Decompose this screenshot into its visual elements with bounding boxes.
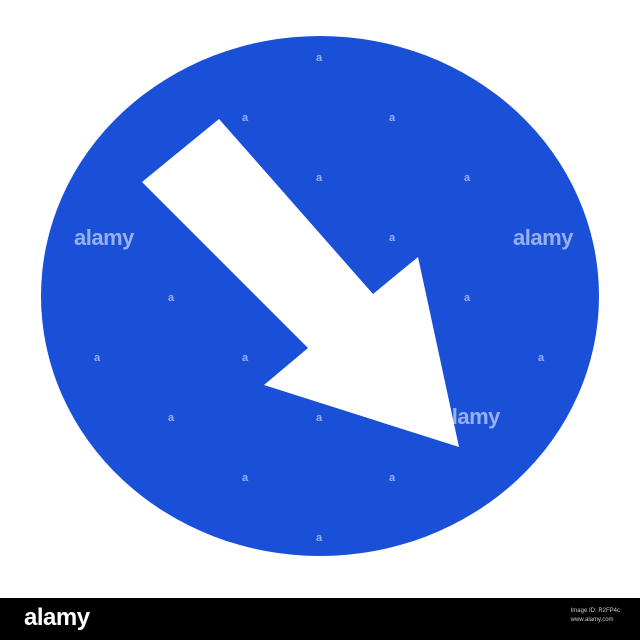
alamy-logo: alamy xyxy=(24,604,90,631)
watermark-mark: a xyxy=(538,352,545,364)
image-id-text: Image ID: R2FP4c xyxy=(570,608,620,614)
watermark-mark: a xyxy=(464,292,471,304)
watermark-mark: a xyxy=(389,472,396,484)
watermark-mark: a xyxy=(316,532,323,544)
watermark-mark: a xyxy=(94,352,101,364)
watermark-mark: a xyxy=(316,52,323,64)
image-info: Image ID: R2FP4c www.alamy.com xyxy=(571,607,620,625)
watermark-mark: a xyxy=(242,352,249,364)
watermark-mark: a xyxy=(168,292,175,304)
watermark-text: alamy xyxy=(440,404,500,429)
watermark-text: alamy xyxy=(513,225,573,250)
watermark-mark: a xyxy=(389,112,396,124)
watermark-mark: a xyxy=(242,112,249,124)
watermark-mark: a xyxy=(316,172,323,184)
watermark-mark: a xyxy=(464,172,471,184)
watermark-mark: a xyxy=(168,412,175,424)
url-text: www.alamy.com xyxy=(570,617,614,623)
watermark-mark: a xyxy=(389,232,396,244)
road-sign xyxy=(41,36,599,556)
watermark-mark: a xyxy=(316,412,323,424)
watermark-mark: a xyxy=(242,472,249,484)
watermark-text: alamy xyxy=(74,225,134,250)
footer-bar: alamy Image ID: R2FP4c www.alamy.com xyxy=(0,598,640,640)
image-canvas: alamy alamy alamy a a a a a a a a a a a … xyxy=(0,0,640,640)
